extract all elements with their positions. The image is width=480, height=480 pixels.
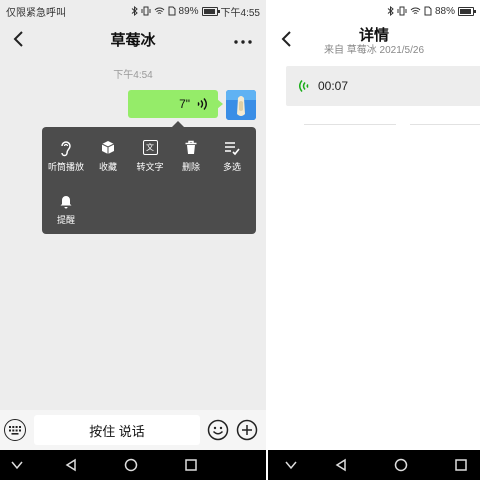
- message-timestamp: 下午4:54: [113, 70, 153, 81]
- hide-keyboard-icon[interactable]: [10, 458, 24, 472]
- status-bar: 仅限紧急呼叫 89% 下午4:55: [0, 0, 266, 22]
- text-convert-icon: 文: [142, 140, 158, 155]
- menu-favorite[interactable]: 收藏: [88, 138, 128, 173]
- multi-select-icon: [225, 142, 240, 156]
- vibrate-icon: [397, 6, 407, 16]
- convert-glyph: 文: [146, 143, 154, 152]
- wifi-icon: [154, 7, 164, 14]
- system-nav-bar: [268, 450, 480, 480]
- chat-title: 草莓冰: [110, 31, 156, 49]
- menu-convert-text[interactable]: 文 转文字: [130, 138, 170, 173]
- chevron-left-icon[interactable]: [6, 26, 30, 52]
- chat-input-bar: 按住 说话: [0, 410, 266, 450]
- menu-label: 提醒: [56, 215, 75, 225]
- keyboard-icon: [9, 425, 21, 435]
- menu-label: 听筒播放: [47, 162, 84, 172]
- recents-nav-icon[interactable]: [454, 458, 468, 472]
- menu-remind[interactable]: 提醒: [46, 191, 86, 226]
- menu-label: 转文字: [136, 162, 164, 172]
- detail-screen: 88% 详情 来自 草莓冰 2021/5/26 00:07: [268, 0, 480, 480]
- more-icon[interactable]: [234, 28, 252, 49]
- battery-percent: 89%: [178, 5, 199, 17]
- context-menu: 听筒播放 收藏 文 转文字 删除 多选 提醒: [42, 121, 256, 234]
- bluetooth-icon: [387, 6, 394, 16]
- battery-percent: 88%: [434, 5, 455, 17]
- status-icons: 89% 下午4:55: [131, 4, 260, 19]
- hide-keyboard-icon[interactable]: [284, 458, 298, 472]
- battery-icon: [458, 6, 476, 16]
- sim-icon: [424, 6, 432, 16]
- back-nav-icon[interactable]: [64, 458, 78, 472]
- voice-duration: 7": [179, 97, 190, 111]
- battery-fill: [460, 8, 471, 14]
- back-nav-icon[interactable]: [334, 458, 348, 472]
- plus-icon[interactable]: [236, 419, 258, 441]
- voice-duration: 00:07: [318, 79, 349, 93]
- emoji-icon[interactable]: [207, 419, 229, 441]
- recents-nav-icon[interactable]: [184, 458, 198, 472]
- trash-icon: [185, 140, 197, 154]
- status-icons: 88%: [387, 5, 476, 17]
- menu-delete[interactable]: 删除: [171, 138, 211, 173]
- carrier-label: 仅限紧急呼叫: [6, 7, 66, 19]
- menu-label: 收藏: [98, 162, 117, 172]
- avatar[interactable]: [226, 90, 256, 120]
- cube-icon: [101, 141, 115, 154]
- clock: 下午4:55: [220, 7, 260, 19]
- sim-icon: [168, 6, 176, 16]
- voice-wave-icon: [197, 98, 207, 110]
- bluetooth-icon: [131, 6, 138, 16]
- vibrate-icon: [141, 6, 151, 16]
- voice-message-bubble[interactable]: 7": [128, 90, 223, 118]
- menu-label: 多选: [222, 162, 241, 172]
- divider-line: [304, 124, 396, 125]
- wifi-icon: [410, 7, 421, 14]
- status-bar: 88%: [268, 0, 480, 22]
- voice-wave-icon[interactable]: [298, 79, 310, 93]
- battery-fill: [203, 8, 215, 14]
- message-source: 来自 草莓冰 2021/5/26: [323, 45, 425, 56]
- chat-header: 草莓冰: [0, 22, 266, 56]
- earpiece-icon: [61, 141, 71, 157]
- hold-to-talk-button[interactable]: 按住 说话: [34, 415, 200, 445]
- chat-screen: 仅限紧急呼叫 89% 下午4:55 草莓冰 下午4:54 7" 听筒播放 收藏 …: [0, 0, 266, 480]
- home-nav-icon[interactable]: [394, 458, 408, 472]
- menu-multi-select[interactable]: 多选: [212, 138, 252, 173]
- bell-icon: [60, 196, 72, 209]
- divider-line: [410, 124, 480, 125]
- system-nav-bar: [0, 450, 266, 480]
- keyboard-toggle-button[interactable]: [4, 419, 26, 441]
- home-nav-icon[interactable]: [124, 458, 138, 472]
- menu-label: 删除: [181, 162, 200, 172]
- voice-player-card[interactable]: 00:07: [286, 66, 480, 106]
- menu-earpiece-play[interactable]: 听筒播放: [46, 138, 86, 173]
- battery-icon: [201, 6, 220, 16]
